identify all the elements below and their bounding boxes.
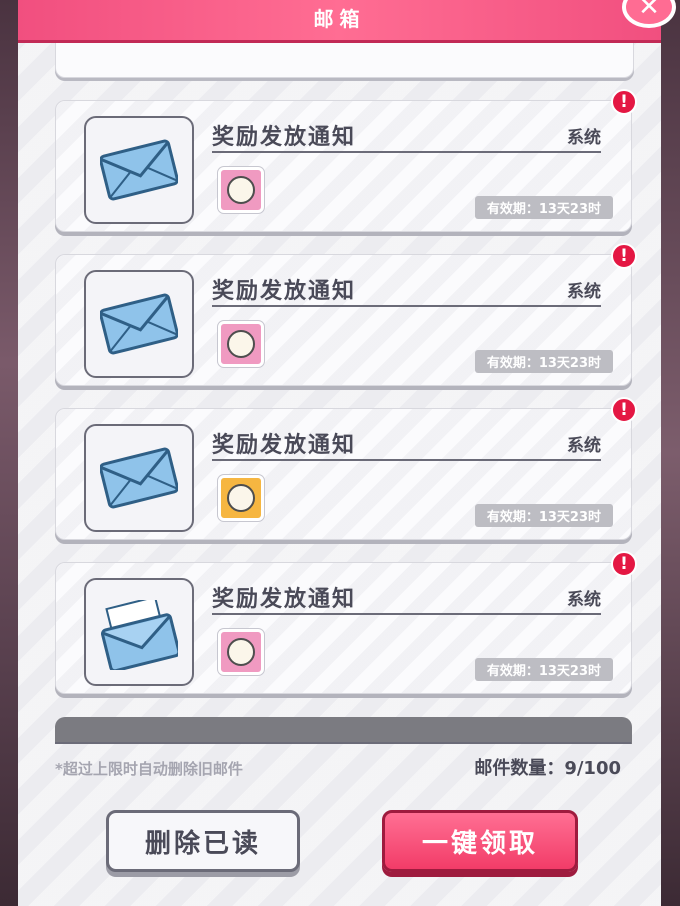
divider (212, 459, 601, 461)
delete-read-button[interactable]: 删除已读 (106, 810, 300, 872)
character-medal-icon[interactable] (218, 629, 264, 675)
page-title: 邮箱 (313, 7, 366, 31)
divider (212, 305, 601, 307)
mail-card[interactable]: ! 奖励发放通知 系统 有效期：13天23时 (55, 89, 637, 232)
closed-envelope-icon (84, 116, 194, 224)
mail-expiry: 有效期：13天23时 (474, 350, 613, 373)
divider (55, 742, 631, 744)
capacity-note: *超过上限时自动删除旧邮件 (55, 760, 243, 778)
unread-alert-icon: ! (611, 89, 637, 115)
character-card-icon[interactable] (218, 475, 264, 521)
mail-card-partial[interactable] (55, 40, 634, 78)
mailbox-header: 邮箱 (18, 0, 661, 43)
mail-sender: 系统 (567, 128, 601, 148)
close-icon: ✕ (638, 0, 660, 22)
mail-title: 奖励发放通知 (212, 433, 357, 458)
unread-alert-icon: ! (611, 243, 637, 269)
mailbox-footer: *超过上限时自动删除旧邮件 邮件数量：9/100 删除已读 一键领取 (18, 740, 661, 906)
unread-alert-icon: ! (611, 551, 637, 577)
mail-sender: 系统 (567, 436, 601, 456)
mail-expiry: 有效期：13天23时 (474, 504, 613, 527)
mail-sender: 系统 (567, 282, 601, 302)
claim-all-button[interactable]: 一键领取 (382, 810, 578, 872)
mail-count: 邮件数量：9/100 (474, 758, 621, 779)
mail-card[interactable]: ! 奖励发放通知 系统 有效期：13天23时 (55, 397, 637, 540)
mail-title: 奖励发放通知 (212, 125, 357, 150)
mail-list[interactable]: ! 奖励发放通知 系统 有效期：13天23时 ! 奖励发放通知 系统 有效期：1… (18, 40, 661, 744)
mail-card[interactable]: ! 奖励发放通知 系统 有效期：13天23时 (55, 243, 637, 386)
mail-expiry: 有效期：13天23时 (474, 196, 613, 219)
character-medal-icon[interactable] (218, 321, 264, 367)
mail-title: 奖励发放通知 (212, 587, 357, 612)
divider (212, 151, 601, 153)
closed-envelope-icon (84, 270, 194, 378)
mail-expiry: 有效期：13天23时 (474, 658, 613, 681)
mail-title: 奖励发放通知 (212, 279, 357, 304)
unread-alert-icon: ! (611, 397, 637, 423)
character-card-icon[interactable] (218, 167, 264, 213)
mail-sender: 系统 (567, 590, 601, 610)
closed-envelope-icon (84, 424, 194, 532)
mail-card[interactable]: ! 奖励发放通知 系统 有效期：13天23时 (55, 551, 637, 694)
open-envelope-icon (84, 578, 194, 686)
divider (212, 613, 601, 615)
